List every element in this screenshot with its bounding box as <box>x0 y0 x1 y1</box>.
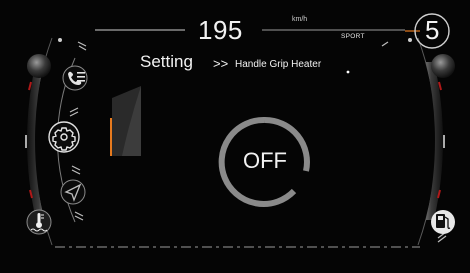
gear-number: 5 <box>425 15 440 45</box>
left-top-knob <box>27 54 51 78</box>
phone-menu-button[interactable] <box>63 66 87 90</box>
ride-mode: SPORT <box>341 33 365 40</box>
dashboard-screen: 195 km/h SPORT 5 Setting >> Handle Grip … <box>0 0 470 273</box>
navigation-menu-button[interactable] <box>61 180 85 204</box>
speed-readout: 195 <box>198 15 243 45</box>
coolant-temperature-icon <box>26 209 52 235</box>
speed-unit: km/h <box>292 16 308 23</box>
right-top-knob <box>431 54 455 78</box>
heater-toggle-button[interactable] <box>220 115 310 205</box>
breadcrumb-separator: >> <box>213 56 229 71</box>
settings-menu-button[interactable] <box>49 122 79 152</box>
fuel-pump-icon <box>431 210 455 234</box>
breadcrumb-current: Handle Grip Heater <box>235 59 322 70</box>
breadcrumb-section[interactable]: Setting <box>140 52 193 72</box>
